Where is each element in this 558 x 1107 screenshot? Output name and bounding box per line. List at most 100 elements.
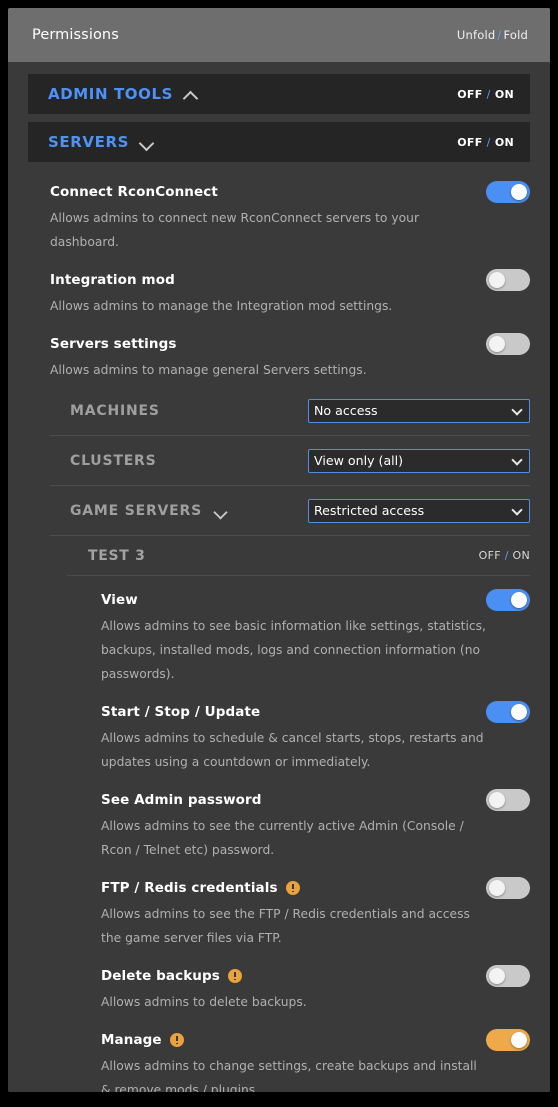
machines-access-select[interactable]: No access bbox=[308, 398, 530, 423]
onoff-label-admin-tools[interactable]: OFF / ON bbox=[457, 88, 514, 101]
permission-label-text: View bbox=[101, 592, 138, 608]
page-title: Permissions bbox=[32, 27, 119, 43]
permission-description: Allows admins to connect new RconConnect… bbox=[50, 211, 420, 249]
chevron-down-icon[interactable] bbox=[215, 507, 227, 514]
permission-row: Start / Stop / Update Allows admins to s… bbox=[101, 690, 530, 778]
group-bar-admin-tools-left: ADMIN TOOLS bbox=[48, 85, 198, 103]
permission-row: Servers settings Allows admins to manage… bbox=[50, 322, 530, 386]
subgroup-permission-list: View Allows admins to see basic informat… bbox=[67, 576, 530, 1092]
panel-body: ADMIN TOOLS OFF / ON SERVERS OFF / ON Co… bbox=[8, 62, 550, 1092]
toggle-ftp-redis-credentials[interactable] bbox=[486, 877, 530, 899]
on-label: ON bbox=[494, 87, 514, 101]
permission-description: Allows admins to see the FTP / Redis cre… bbox=[101, 907, 470, 945]
toggle-knob bbox=[511, 184, 527, 200]
chevron-up-icon[interactable] bbox=[184, 90, 198, 99]
onoff-separator: / bbox=[486, 87, 491, 101]
toggle-knob bbox=[489, 272, 505, 288]
panel-header: Permissions Unfold / Fold bbox=[8, 8, 550, 62]
access-row-game-servers: GAME SERVERS Restricted access bbox=[50, 486, 530, 536]
permission-row: Connect RconConnect Allows admins to con… bbox=[50, 170, 530, 258]
warning-icon bbox=[169, 1033, 184, 1047]
group-bar-servers-left: SERVERS bbox=[48, 133, 154, 151]
fold-link[interactable]: Fold bbox=[503, 28, 528, 42]
permission-header: Connect RconConnect bbox=[50, 181, 530, 203]
access-label-clusters: CLUSTERS bbox=[70, 453, 157, 469]
permission-description: Allows admins to schedule & cancel start… bbox=[101, 731, 484, 769]
fold-separator: / bbox=[497, 28, 502, 42]
toggle-connect-rconconnect[interactable] bbox=[486, 181, 530, 203]
permission-row: View Allows admins to see basic informat… bbox=[101, 578, 530, 690]
permission-header: View bbox=[101, 589, 530, 611]
permission-row: Integration mod Allows admins to manage … bbox=[50, 258, 530, 322]
permission-description: Allows admins to manage the Integration … bbox=[50, 299, 393, 313]
permission-label: Connect RconConnect bbox=[50, 184, 218, 200]
toggle-delete-backups[interactable] bbox=[486, 965, 530, 987]
warning-icon bbox=[285, 881, 300, 895]
screenshot-root: Permissions Unfold / Fold ADMIN TOOLS OFF … bbox=[0, 0, 558, 1107]
permission-header: See Admin password bbox=[101, 789, 530, 811]
access-label-machines: MACHINES bbox=[70, 403, 160, 419]
off-label: OFF bbox=[457, 135, 483, 149]
permission-row: FTP / Redis credentials Allows admins to… bbox=[101, 866, 530, 954]
access-label-game-servers: GAME SERVERS bbox=[70, 503, 227, 519]
permission-row: Delete backups Allows admins to delete b… bbox=[101, 954, 530, 1018]
toggle-knob bbox=[511, 1032, 527, 1048]
server-permission-list: Connect RconConnect Allows admins to con… bbox=[28, 170, 530, 1092]
toggle-servers-settings[interactable] bbox=[486, 333, 530, 355]
permission-label-text: Delete backups bbox=[101, 968, 220, 984]
access-label-text: MACHINES bbox=[70, 402, 160, 419]
toggle-see-admin-password[interactable] bbox=[486, 789, 530, 811]
toggle-start-stop-update[interactable] bbox=[486, 701, 530, 723]
permission-label: Start / Stop / Update bbox=[101, 704, 260, 720]
permission-row: Manage Allows admins to change settings,… bbox=[101, 1018, 530, 1092]
group-bar-admin-tools[interactable]: ADMIN TOOLS OFF / ON bbox=[28, 74, 530, 114]
clusters-select-wrap: View only (all) bbox=[308, 448, 530, 473]
permission-header: Manage bbox=[101, 1029, 530, 1051]
onoff-separator: / bbox=[486, 135, 491, 149]
permission-header: Start / Stop / Update bbox=[101, 701, 530, 723]
machines-select-wrap: No access bbox=[308, 398, 530, 423]
toggle-knob bbox=[489, 880, 505, 896]
chevron-down-icon[interactable] bbox=[140, 138, 154, 147]
permissions-panel: Permissions Unfold / Fold ADMIN TOOLS OFF … bbox=[8, 8, 550, 1092]
permission-label: View bbox=[101, 592, 138, 608]
game-servers-access-select[interactable]: Restricted access bbox=[308, 498, 530, 523]
unfold-link[interactable]: Unfold bbox=[457, 28, 496, 42]
on-label: ON bbox=[512, 549, 530, 562]
permission-label: FTP / Redis credentials bbox=[101, 880, 300, 896]
permission-label: Integration mod bbox=[50, 272, 175, 288]
group-label-servers: SERVERS bbox=[48, 133, 130, 151]
clusters-access-select[interactable]: View only (all) bbox=[308, 448, 530, 473]
subgroup-test-3: TEST 3 OFF / ON View Allows admins to se… bbox=[50, 536, 530, 1092]
onoff-label-servers[interactable]: OFF / ON bbox=[457, 136, 514, 149]
warning-icon bbox=[227, 969, 242, 983]
access-label-text: GAME SERVERS bbox=[70, 502, 202, 519]
toggle-knob bbox=[511, 592, 527, 608]
permission-label-text: Start / Stop / Update bbox=[101, 704, 261, 720]
permission-header: Servers settings bbox=[50, 333, 530, 355]
access-row-machines: MACHINES No access bbox=[50, 386, 530, 436]
toggle-manage[interactable] bbox=[486, 1029, 530, 1051]
permission-description: Allows admins to manage general Servers … bbox=[50, 363, 367, 377]
permission-description: Allows admins to see the currently activ… bbox=[101, 819, 464, 857]
onoff-label-test-3[interactable]: OFF / ON bbox=[479, 549, 530, 562]
permission-label-text: Manage bbox=[101, 1032, 162, 1048]
permission-label: Manage bbox=[101, 1032, 184, 1048]
toggle-knob bbox=[489, 336, 505, 352]
permission-label: Servers settings bbox=[50, 336, 177, 352]
toggle-knob bbox=[511, 704, 527, 720]
onoff-separator: / bbox=[504, 549, 509, 562]
toggle-view[interactable] bbox=[486, 589, 530, 611]
permission-label-text: FTP / Redis credentials bbox=[101, 880, 278, 896]
subgroup-header[interactable]: TEST 3 OFF / ON bbox=[67, 536, 530, 576]
group-bar-servers[interactable]: SERVERS OFF / ON bbox=[28, 122, 530, 162]
on-label: ON bbox=[494, 135, 514, 149]
access-row-clusters: CLUSTERS View only (all) bbox=[50, 436, 530, 486]
permission-header: FTP / Redis credentials bbox=[101, 877, 530, 899]
game-servers-select-wrap: Restricted access bbox=[308, 498, 530, 523]
permission-label: Delete backups bbox=[101, 968, 242, 984]
toggle-knob bbox=[489, 968, 505, 984]
permission-header: Integration mod bbox=[50, 269, 530, 291]
access-label-text: CLUSTERS bbox=[70, 452, 157, 469]
toggle-integration-mod[interactable] bbox=[486, 269, 530, 291]
